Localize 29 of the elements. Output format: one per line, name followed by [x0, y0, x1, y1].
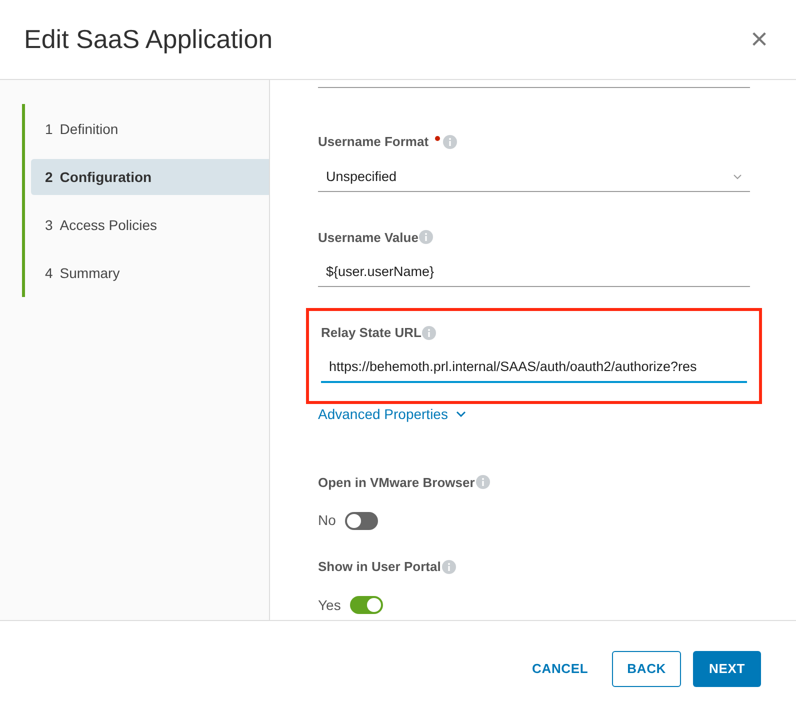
back-button[interactable]: BACK [612, 651, 682, 687]
cancel-button[interactable]: CANCEL [520, 651, 600, 687]
info-icon[interactable] [419, 230, 434, 244]
info-icon[interactable] [476, 475, 490, 490]
info-icon[interactable] [442, 560, 456, 574]
toggle-switch[interactable] [344, 512, 378, 530]
toggle-switch[interactable] [350, 596, 383, 614]
field-label: Show in User Portal [318, 558, 441, 576]
info-icon[interactable] [422, 326, 436, 340]
chevron-down-icon [733, 174, 742, 180]
next-button[interactable]: NEXT [693, 651, 761, 687]
field-label: Relay State URL [321, 324, 422, 342]
select-field[interactable]: Unspecified [318, 164, 750, 192]
input-field[interactable]: https://behemoth.prl.internal/SAAS/auth/oauth2/authorize?res [321, 354, 747, 382]
toggle-label: Yes [318, 596, 341, 614]
chevron-down-icon [456, 411, 466, 417]
wizard-step[interactable]: 2 Configuration [31, 159, 269, 195]
dialog-title: Edit SaaS Application [24, 23, 273, 56]
toggle-label: No [318, 511, 336, 530]
wizard-step[interactable]: 4 Summary [31, 255, 269, 291]
field-label: Username Value [318, 228, 418, 246]
advanced-properties-link[interactable]: Advanced Properties [318, 404, 466, 424]
wizard-step[interactable]: 3 Access Policies [31, 207, 269, 243]
wizard-step[interactable]: 1 Definition [31, 111, 269, 147]
info-icon[interactable] [442, 134, 457, 149]
input-field[interactable]: ${user.userName} [318, 259, 750, 287]
field-label: Username Format [318, 133, 429, 151]
close-button[interactable]: × [750, 24, 768, 54]
field-label: Open in VMware Browser [318, 474, 475, 492]
